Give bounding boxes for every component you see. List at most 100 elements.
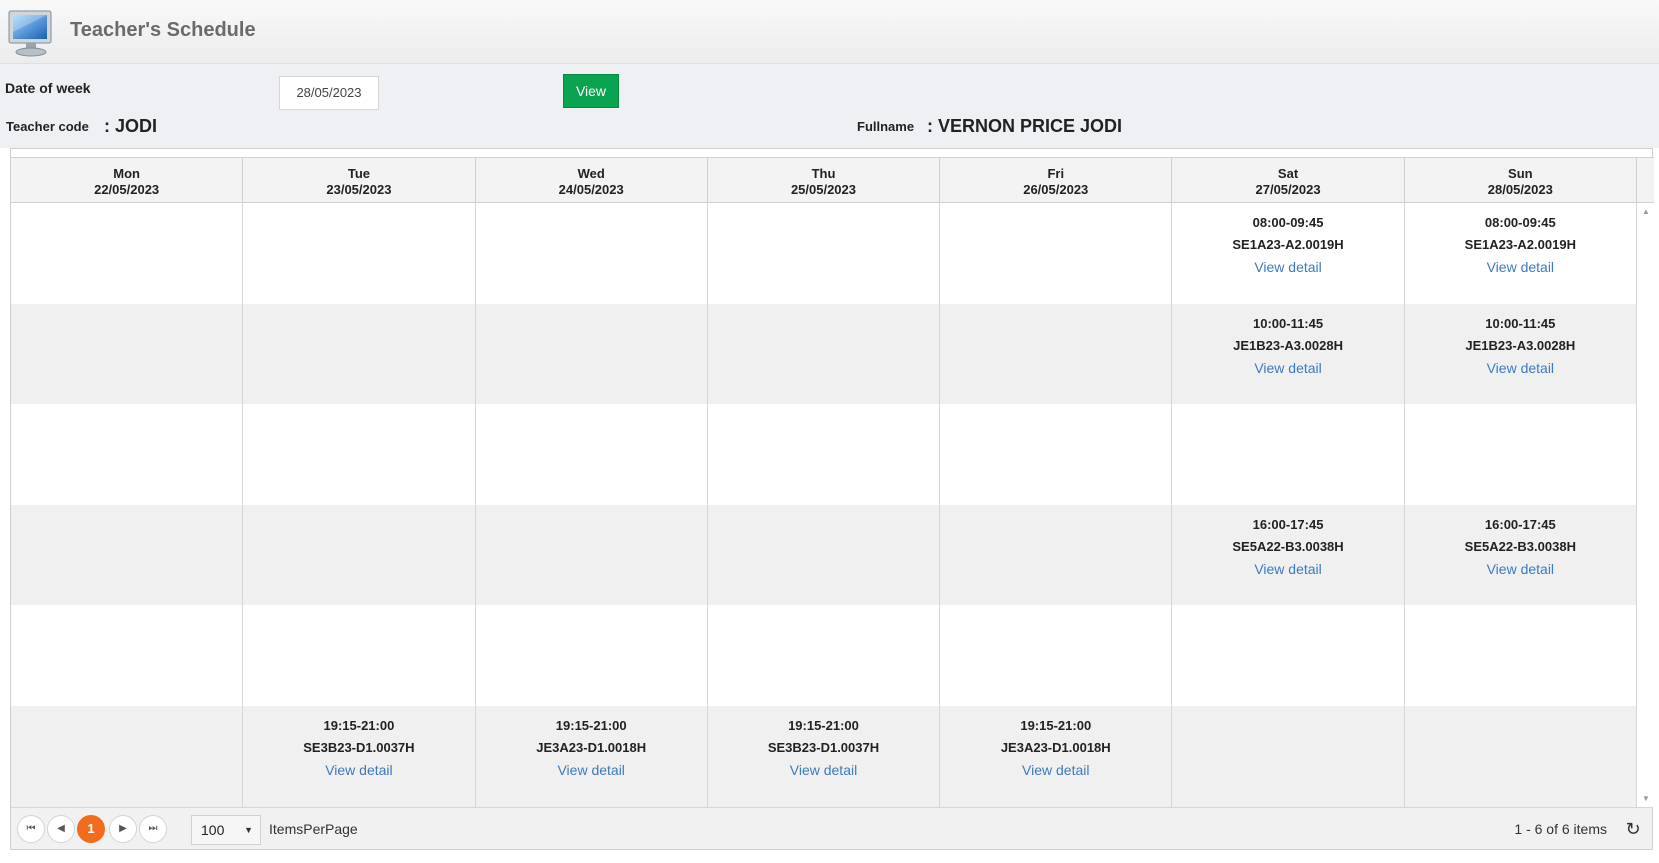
slot-time: 16:00-17:45 (1252, 516, 1324, 532)
slot-class-code: SE1A23-A2.0019H (1464, 237, 1576, 252)
view-detail-link[interactable]: View detail (1405, 256, 1636, 278)
header-scroll-spacer (1637, 157, 1654, 203)
view-detail-link[interactable]: View detail (1405, 558, 1636, 580)
grid-header: Mon 22/05/2023 Tue 23/05/2023 Wed 24/05/2023 T… (11, 157, 1637, 203)
slot-time: 10:00-11:45 (1252, 315, 1324, 331)
day-date: 24/05/2023 (558, 182, 624, 197)
schedule-cell (11, 605, 244, 706)
schedule-cell (11, 203, 244, 304)
view-detail-link[interactable]: View detail (1172, 256, 1403, 278)
slot-time: 16:00-17:45 (1484, 516, 1556, 532)
day-date: 25/05/2023 (790, 182, 857, 197)
schedule-cell: 19:15-21:00 JE3A23-D1.0018H View detail (940, 705, 1173, 807)
view-button[interactable]: View (563, 74, 619, 108)
items-per-page-label: ItemsPerPage (269, 821, 358, 837)
day-header-thu: Thu 25/05/2023 (708, 158, 941, 202)
first-page-button[interactable]: ⏮ (17, 815, 45, 843)
schedule-row: 10:00-11:45 JE1B23-A3.0028H View detail 10:… (11, 303, 1637, 405)
view-detail-link[interactable]: View detail (940, 759, 1171, 781)
schedule-cell (1172, 705, 1405, 807)
day-date: 26/05/2023 (1023, 182, 1089, 197)
scroll-up-icon[interactable]: ▲ (1642, 207, 1650, 216)
day-header-wed: Wed 24/05/2023 (476, 158, 708, 202)
day-name: Thu (811, 166, 836, 181)
prev-page-button[interactable]: ◀ (47, 815, 75, 843)
schedule-row (11, 404, 1637, 505)
schedule-cell (243, 504, 476, 606)
schedule-cell (11, 504, 244, 606)
slot-time: 19:15-21:00 (1020, 717, 1092, 733)
schedule-cell (243, 605, 476, 706)
view-detail-link[interactable]: View detail (708, 759, 939, 781)
fullname-value: : VERNON PRICE JODI (927, 116, 1123, 136)
schedule-cell (1405, 404, 1637, 505)
slot-time: 19:15-21:00 (788, 717, 859, 733)
view-detail-link[interactable]: View detail (1172, 558, 1403, 580)
schedule-cell (1172, 605, 1405, 706)
filter-area (0, 64, 1659, 148)
date-of-week-input[interactable]: 28/05/2023 (279, 76, 379, 110)
page-1-button[interactable]: 1 (77, 815, 105, 843)
day-header-sat: Sat 27/05/2023 (1172, 158, 1405, 202)
next-page-button[interactable]: ▶ (109, 815, 137, 843)
schedule-cell (476, 203, 708, 304)
schedule-row: 19:15-21:00 SE3B23-D1.0037H View detail 19:… (11, 705, 1637, 807)
schedule-cell: 19:15-21:00 SE3B23-D1.0037H View detail (708, 705, 941, 807)
slot-class-code: SE3B23-D1.0037H (767, 739, 880, 755)
schedule-cell (940, 504, 1173, 606)
schedule-cell (243, 404, 476, 505)
day-date: 23/05/2023 (326, 182, 392, 197)
top-bar: Teacher's Schedule (0, 0, 1659, 64)
schedule-cell (11, 404, 244, 505)
schedule-cell: 10:00-11:45 JE1B23-A3.0028H View detail (1405, 303, 1637, 405)
day-header-sun: Sun 28/05/2023 (1405, 158, 1637, 202)
fullname-label: Fullname (857, 119, 915, 134)
view-detail-link[interactable]: View detail (476, 759, 707, 781)
pager: ⏮ ◀ 1 ▶ ⏭ 100 ▼ ItemsPerPage 1 - 6 of 6 … (11, 807, 1652, 849)
refresh-icon[interactable]: ↻ (1622, 818, 1644, 840)
teacher-code-value: : JODI (104, 116, 158, 136)
items-per-page-select[interactable]: 100 ▼ (191, 815, 261, 845)
day-name: Sun (1508, 166, 1533, 181)
schedule-cell: 08:00-09:45 SE1A23-A2.0019H View detail (1172, 203, 1405, 304)
slot-class-code: SE1A23-A2.0019H (1232, 237, 1344, 252)
schedule-cell (476, 605, 708, 706)
scroll-down-icon[interactable]: ▼ (1642, 794, 1650, 803)
view-detail-link[interactable]: View detail (1172, 357, 1403, 379)
schedule-cell (708, 504, 941, 606)
chevron-down-icon: ▼ (244, 825, 253, 835)
day-name: Mon (113, 166, 140, 181)
day-name: Wed (577, 166, 605, 181)
day-date: 28/05/2023 (1487, 182, 1553, 197)
day-date: 27/05/2023 (1255, 182, 1321, 197)
view-detail-link[interactable]: View detail (1405, 357, 1636, 379)
day-name: Tue (347, 166, 370, 181)
day-header-fri: Fri 26/05/2023 (940, 158, 1173, 202)
schedule-cell: 19:15-21:00 JE3A23-D1.0018H View detail (476, 705, 708, 807)
day-date: 22/05/2023 (94, 182, 160, 197)
schedule-row (11, 605, 1637, 706)
vertical-scrollbar[interactable]: ▲ ▼ (1637, 203, 1654, 807)
schedule-cell (940, 605, 1173, 706)
computer-monitor-icon (8, 10, 52, 57)
schedule-row: 08:00-09:45 SE1A23-A2.0019H View detail 08:… (11, 203, 1637, 304)
slot-class-code: JE3A23-D1.0018H (1000, 739, 1111, 755)
day-name: Sat (1277, 166, 1299, 181)
teacher-code-label: Teacher code (6, 119, 89, 134)
slot-time: 19:15-21:00 (555, 717, 627, 733)
last-page-button[interactable]: ⏭ (139, 815, 167, 843)
grid-body: 08:00-09:45 SE1A23-A2.0019H View detail 08:… (11, 203, 1637, 807)
view-detail-link[interactable]: View detail (243, 759, 474, 781)
slot-time: 08:00-09:45 (1484, 215, 1556, 230)
slot-class-code: JE1B23-A3.0028H (1465, 337, 1576, 353)
items-per-page-value: 100 (201, 822, 225, 838)
slot-time: 19:15-21:00 (323, 717, 395, 733)
schedule-cell (940, 203, 1173, 304)
slot-class-code: SE5A22-B3.0038H (1232, 538, 1344, 554)
slot-time: 10:00-11:45 (1485, 315, 1556, 331)
schedule-cell (1405, 705, 1637, 807)
schedule-cell: 16:00-17:45 SE5A22-B3.0038H View detail (1405, 504, 1637, 606)
schedule-cell (243, 303, 476, 405)
schedule-cell (708, 303, 941, 405)
schedule-cell (708, 203, 941, 304)
